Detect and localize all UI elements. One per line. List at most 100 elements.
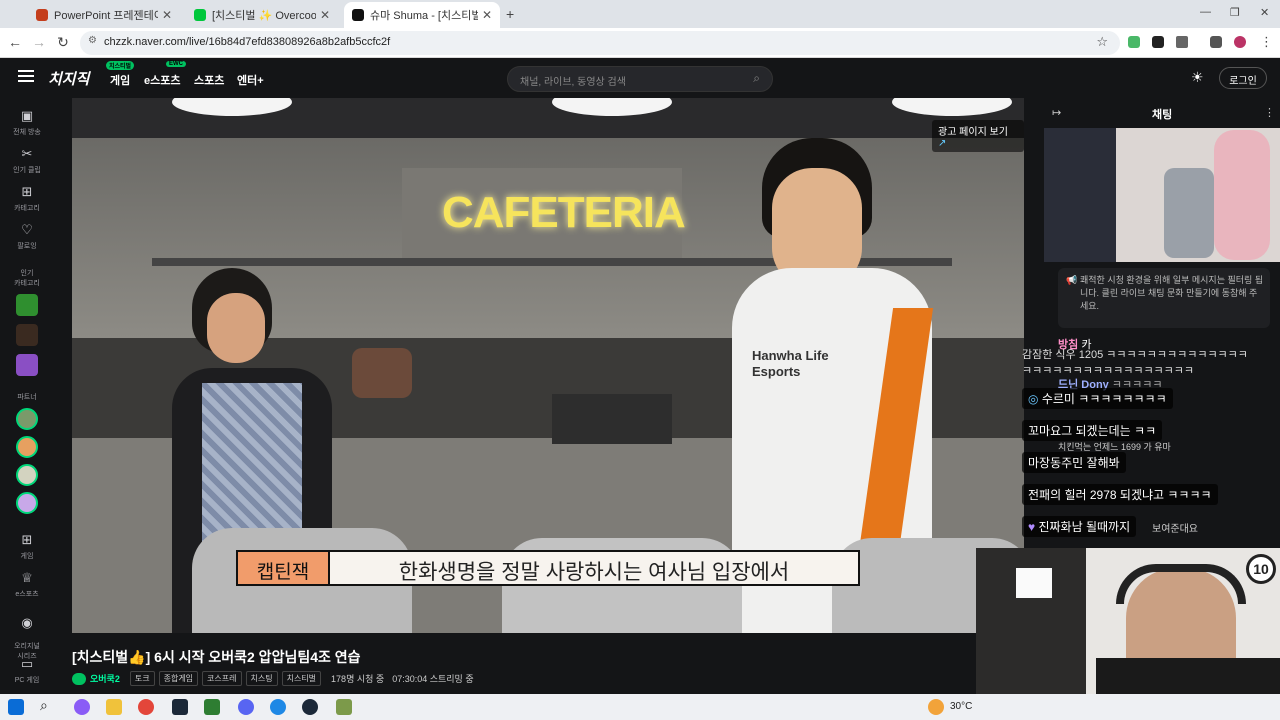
- category-thumbnail[interactable]: [16, 324, 38, 346]
- powerpoint-favicon-icon: [36, 9, 48, 21]
- sidebar-item-label: 전체 방송: [13, 129, 41, 136]
- video-player[interactable]: CAFETERIA Hanwha Life Esports 광고 페이지 보기 …: [72, 98, 1024, 633]
- chat-menu-icon[interactable]: ⋮: [1264, 106, 1275, 119]
- close-tab-icon[interactable]: ✕: [482, 8, 492, 22]
- megaphone-icon: 📢: [1066, 275, 1078, 285]
- rice-cooker: [352, 348, 412, 398]
- tag[interactable]: 종합게임: [158, 671, 199, 686]
- steam-icon[interactable]: [302, 699, 318, 715]
- grid-icon: ⊞: [21, 532, 33, 547]
- streamer-shirt: [1096, 658, 1280, 694]
- login-button[interactable]: 로그인: [1219, 67, 1267, 89]
- reload-icon[interactable]: ↻: [54, 34, 72, 51]
- maximize-button[interactable]: ❐: [1230, 6, 1240, 19]
- tag[interactable]: 토크: [129, 671, 155, 686]
- theme-toggle-icon[interactable]: ☀: [1191, 69, 1204, 86]
- subtitle-tag: 캡틴잭: [238, 552, 330, 584]
- stream-uptime: 07:30:04 스트리밍 중: [392, 674, 474, 684]
- sidebar-item-esports[interactable]: ♕ e스포츠: [0, 570, 54, 599]
- site-info-icon[interactable]: ⚙: [88, 35, 97, 46]
- windows-start-icon[interactable]: [8, 699, 24, 715]
- discord-icon[interactable]: [238, 699, 254, 715]
- chzzk-logo[interactable]: 치지직: [48, 68, 89, 89]
- streamer-figure: [1214, 130, 1270, 260]
- search-icon[interactable]: ⌕: [753, 71, 760, 86]
- reading-list-icon[interactable]: [1210, 36, 1222, 48]
- sidebar-item-pc-game[interactable]: ▭ PC 게임: [0, 656, 54, 685]
- extensions-puzzle-icon[interactable]: [1176, 36, 1188, 48]
- close-window-button[interactable]: ✕: [1260, 6, 1269, 19]
- sidebar: ▣ 전체 방송 ✂ 인기 클립 ⊞ 카테고리 ♡ 팔로잉 인기 카테고리 파트너…: [0, 98, 54, 694]
- app-icon[interactable]: [270, 699, 286, 715]
- chat-notice: 📢 쾌적한 시청 환경을 위해 일부 메시지는 필터링 됩니다. 클린 라이브 …: [1058, 268, 1270, 328]
- extension-icon[interactable]: [1128, 36, 1140, 48]
- partner-avatar[interactable]: [16, 464, 38, 486]
- shirt-text: Hanwha Life Esports: [752, 348, 829, 379]
- partner-avatar[interactable]: [16, 408, 38, 430]
- bookmark-star-icon[interactable]: ☆: [1096, 34, 1108, 50]
- sidebar-item-following[interactable]: ♡ 팔로잉: [0, 222, 54, 251]
- popular-category-heading: 인기 카테고리: [14, 270, 40, 287]
- nav-sports[interactable]: 스포츠: [194, 72, 224, 88]
- address-bar: ← → ↻ ⚙ chzzk.naver.com/live/16b84d7efd8…: [0, 28, 1280, 58]
- sidebar-item-category[interactable]: ⊞ 카테고리: [0, 184, 54, 213]
- grid-icon: ⊞: [21, 184, 33, 199]
- forward-icon[interactable]: →: [30, 34, 48, 50]
- play-circle-icon: ◉: [21, 615, 33, 630]
- copilot-icon[interactable]: [74, 699, 90, 715]
- extension-icon[interactable]: [1152, 36, 1164, 48]
- back-icon[interactable]: ←: [6, 34, 24, 50]
- number-badge: 10: [1246, 554, 1276, 584]
- tag[interactable]: 치스팅: [245, 671, 278, 686]
- new-tab-button[interactable]: +: [506, 6, 514, 22]
- profile-avatar[interactable]: [1234, 36, 1246, 48]
- partner-avatar[interactable]: [16, 492, 38, 514]
- steam-icon[interactable]: [172, 699, 188, 715]
- nav-game[interactable]: 치스티벌 게임: [106, 61, 135, 88]
- ad-page-link[interactable]: 광고 페이지 보기 ↗: [932, 120, 1024, 152]
- nav-esports[interactable]: EWC e스포츠: [144, 61, 186, 88]
- search-input[interactable]: 채널, 라이브, 동영상 검색 ⌕: [507, 66, 773, 92]
- nav-entertainment[interactable]: 엔터+: [237, 72, 264, 88]
- category-thumbnail[interactable]: [16, 294, 38, 316]
- subtitle-text: 한화생명을 정말 사랑하시는 여사님 입장에서: [398, 561, 790, 584]
- chrome-icon[interactable]: [138, 699, 154, 715]
- tab-title: [치스티벌 ✨ Overcooked! 2 -: [212, 10, 316, 22]
- sidebar-item-game[interactable]: ⊞ 게임: [0, 532, 54, 561]
- globe-icon: ◎: [1028, 392, 1039, 406]
- collapse-chat-icon[interactable]: ↦: [1052, 106, 1061, 119]
- person-woman-face: [207, 293, 265, 363]
- tv-icon: ▣: [20, 108, 34, 123]
- game-icon[interactable]: [336, 699, 352, 715]
- browser-menu-icon[interactable]: ⋮: [1260, 34, 1273, 50]
- hamburger-icon[interactable]: [18, 70, 34, 82]
- tag[interactable]: 치스티벌: [281, 671, 322, 686]
- sidebar-item-all-live[interactable]: ▣ 전체 방송: [0, 108, 54, 137]
- file-explorer-icon[interactable]: [106, 699, 122, 715]
- category-link[interactable]: 오버쿡2: [90, 672, 120, 685]
- partner-avatar[interactable]: [16, 436, 38, 458]
- app-icon[interactable]: [204, 699, 220, 715]
- food-warmer: [552, 394, 672, 444]
- tab-shuma[interactable]: 슈마 Shuma - [치스티벌👍] 6 ✕: [344, 2, 500, 28]
- mini-stream-chat: [1044, 128, 1116, 262]
- close-tab-icon[interactable]: ✕: [162, 8, 172, 22]
- sidebar-item-clips[interactable]: ✂ 인기 클립: [0, 146, 54, 175]
- lamp: [1016, 568, 1052, 598]
- tab-overcooked[interactable]: [치스티벌 ✨ Overcooked! 2 - ✕: [186, 2, 338, 28]
- overlay-chat-line: ㅋㅋㅋㅋㅋㅋㅋㅋㅋㅋㅋㅋㅋㅋㅋㅋㅋ: [1022, 365, 1195, 377]
- url-input[interactable]: ⚙ chzzk.naver.com/live/16b84d7efd8380892…: [80, 31, 1120, 55]
- stream-info: [치스티벌👍] 6시 시작 오버쿡2 압압님팀4조 연습 오버쿡2 토크 종합게…: [54, 633, 976, 694]
- close-tab-icon[interactable]: ✕: [320, 8, 330, 22]
- heart-badge-icon: ♥: [1028, 520, 1036, 534]
- tab-powerpoint[interactable]: PowerPoint 프레젠테이션 ✕: [28, 2, 180, 28]
- category-thumbnail[interactable]: [16, 354, 38, 376]
- sidebar-item-label: 게임: [20, 553, 34, 560]
- search-icon[interactable]: ⌕: [40, 697, 48, 714]
- tag[interactable]: 코스프레: [202, 671, 242, 686]
- browser-tab-bar: PowerPoint 프레젠테이션 ✕ [치스티벌 ✨ Overcooked! …: [0, 0, 1280, 28]
- sidebar-item-originals[interactable]: ◉ 오리지널 시리즈: [0, 608, 54, 661]
- search-placeholder: 채널, 라이브, 동영상 검색: [520, 77, 626, 88]
- overlay-chat-line: ◎ 수르미 ㅋㅋㅋㅋㅋㅋㅋㅋ: [1022, 388, 1173, 409]
- minimize-button[interactable]: —: [1200, 6, 1211, 18]
